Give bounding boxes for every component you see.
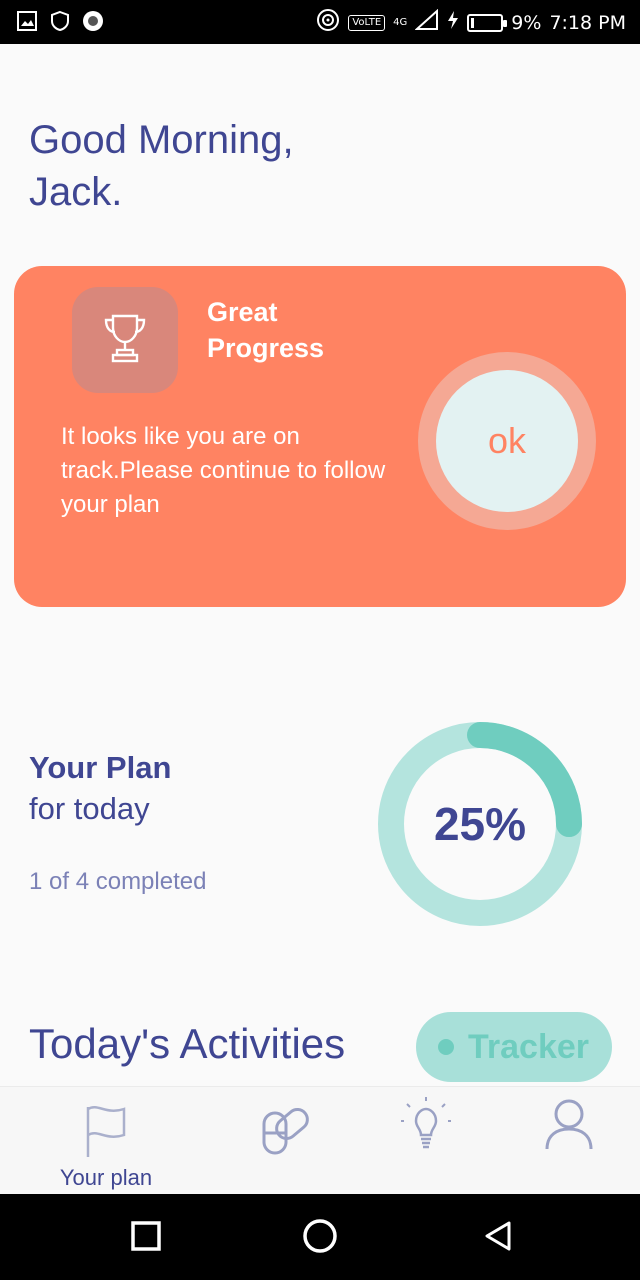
shield-icon — [50, 10, 70, 36]
volte-badge: VoLTE — [348, 14, 386, 31]
charging-icon — [447, 10, 459, 35]
hotspot-icon — [316, 8, 340, 37]
greeting-line1: Good Morning, — [29, 118, 294, 162]
status-bar-right: VoLTE 4G 9% 7:18 PM — [316, 8, 626, 37]
profile-icon — [543, 1087, 595, 1157]
activities-title: Today's Activities — [29, 1020, 346, 1067]
back-button[interactable] — [476, 1216, 520, 1260]
ok-button[interactable]: ok — [436, 370, 578, 512]
status-bar: VoLTE 4G 9% 7:18 PM — [0, 0, 640, 44]
lightbulb-icon — [400, 1087, 452, 1159]
plan-completed-count: 1 of 4 completed — [29, 868, 207, 895]
clock-time: 7:18 PM — [549, 11, 626, 34]
plan-progress-ring: 25% — [377, 721, 583, 927]
battery-icon — [467, 13, 508, 32]
tracker-dot-icon — [438, 1039, 454, 1055]
flag-icon — [82, 1087, 130, 1163]
progress-card: Great Progress It looks like you are on … — [14, 266, 626, 607]
trophy-icon — [103, 312, 147, 368]
plan-title: Your Plan — [29, 750, 172, 785]
greeting: Good Morning, Jack. — [29, 114, 294, 218]
plan-subtitle: for today — [29, 791, 150, 826]
card-title: Great Progress — [207, 294, 387, 366]
ok-ring: ok — [418, 352, 596, 530]
home-icon — [302, 1218, 338, 1258]
trophy-badge — [72, 287, 178, 393]
battery-percent: 9% — [511, 11, 542, 34]
card-title-line2: Progress — [207, 333, 325, 363]
nav-item-profile[interactable] — [489, 1087, 640, 1195]
battery-fill — [471, 17, 475, 28]
card-title-line1: Great — [207, 297, 278, 327]
plan-percent: 25% — [433, 798, 527, 850]
nav-item-medication[interactable] — [204, 1087, 364, 1195]
nav-item-your-plan[interactable]: Your plan — [26, 1087, 186, 1195]
pills-icon — [256, 1087, 312, 1161]
nav-label-your-plan: Your plan — [59, 1165, 153, 1190]
signal-icon — [414, 8, 439, 36]
android-nav-bar — [0, 1194, 640, 1280]
greeting-name: Jack. — [29, 170, 123, 214]
home-button[interactable] — [298, 1216, 342, 1260]
nav-item-tips[interactable] — [346, 1087, 506, 1195]
bottom-nav: Your plan — [0, 1086, 640, 1194]
status-bar-left — [16, 10, 104, 36]
recents-button[interactable] — [124, 1216, 168, 1260]
tracker-button[interactable]: Tracker — [416, 1012, 612, 1082]
card-message: It looks like you are on track.Please co… — [61, 423, 386, 518]
tracker-label: Tracker — [468, 1027, 589, 1066]
record-icon — [82, 10, 104, 36]
back-icon — [483, 1220, 513, 1256]
network-type: 4G — [393, 17, 408, 28]
recents-icon — [131, 1221, 161, 1255]
gallery-icon — [16, 10, 38, 36]
